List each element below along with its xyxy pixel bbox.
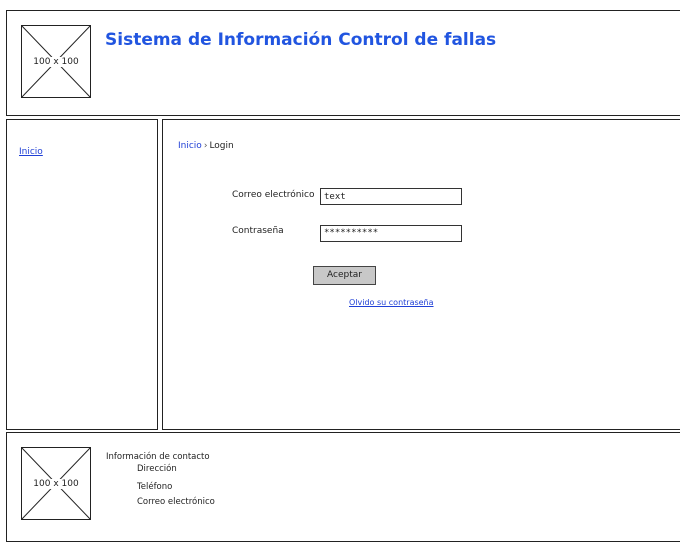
footer	[6, 432, 680, 542]
password-label: Contraseña	[232, 226, 284, 236]
forgot-password-link[interactable]: Olvido su contraseña	[349, 298, 434, 307]
contact-heading: Información de contacto	[106, 452, 210, 462]
breadcrumb: Inicio › Login	[178, 141, 234, 151]
header-logo-label: 100 x 100	[32, 56, 80, 67]
email-label: Correo electrónico	[232, 190, 315, 200]
footer-logo-label: 100 x 100	[32, 478, 80, 489]
submit-button[interactable]: Aceptar	[313, 266, 376, 285]
contact-email: Correo electrónico	[137, 497, 215, 507]
sidebar-item-inicio[interactable]: Inicio	[19, 147, 43, 157]
site-title: Sistema de Información Control de fallas	[105, 30, 497, 50]
sidebar	[6, 119, 158, 430]
breadcrumb-current: Login	[209, 141, 234, 151]
header-logo-placeholder: 100 x 100	[21, 25, 91, 98]
email-field[interactable]: text	[320, 188, 462, 205]
password-field[interactable]: **********	[320, 225, 462, 242]
footer-logo-placeholder: 100 x 100	[21, 447, 91, 520]
breadcrumb-home-link[interactable]: Inicio	[178, 141, 202, 151]
contact-address: Dirección	[137, 464, 177, 474]
header	[6, 10, 680, 116]
breadcrumb-separator: ›	[203, 141, 208, 151]
contact-phone: Teléfono	[137, 482, 173, 492]
main-content	[162, 119, 680, 430]
